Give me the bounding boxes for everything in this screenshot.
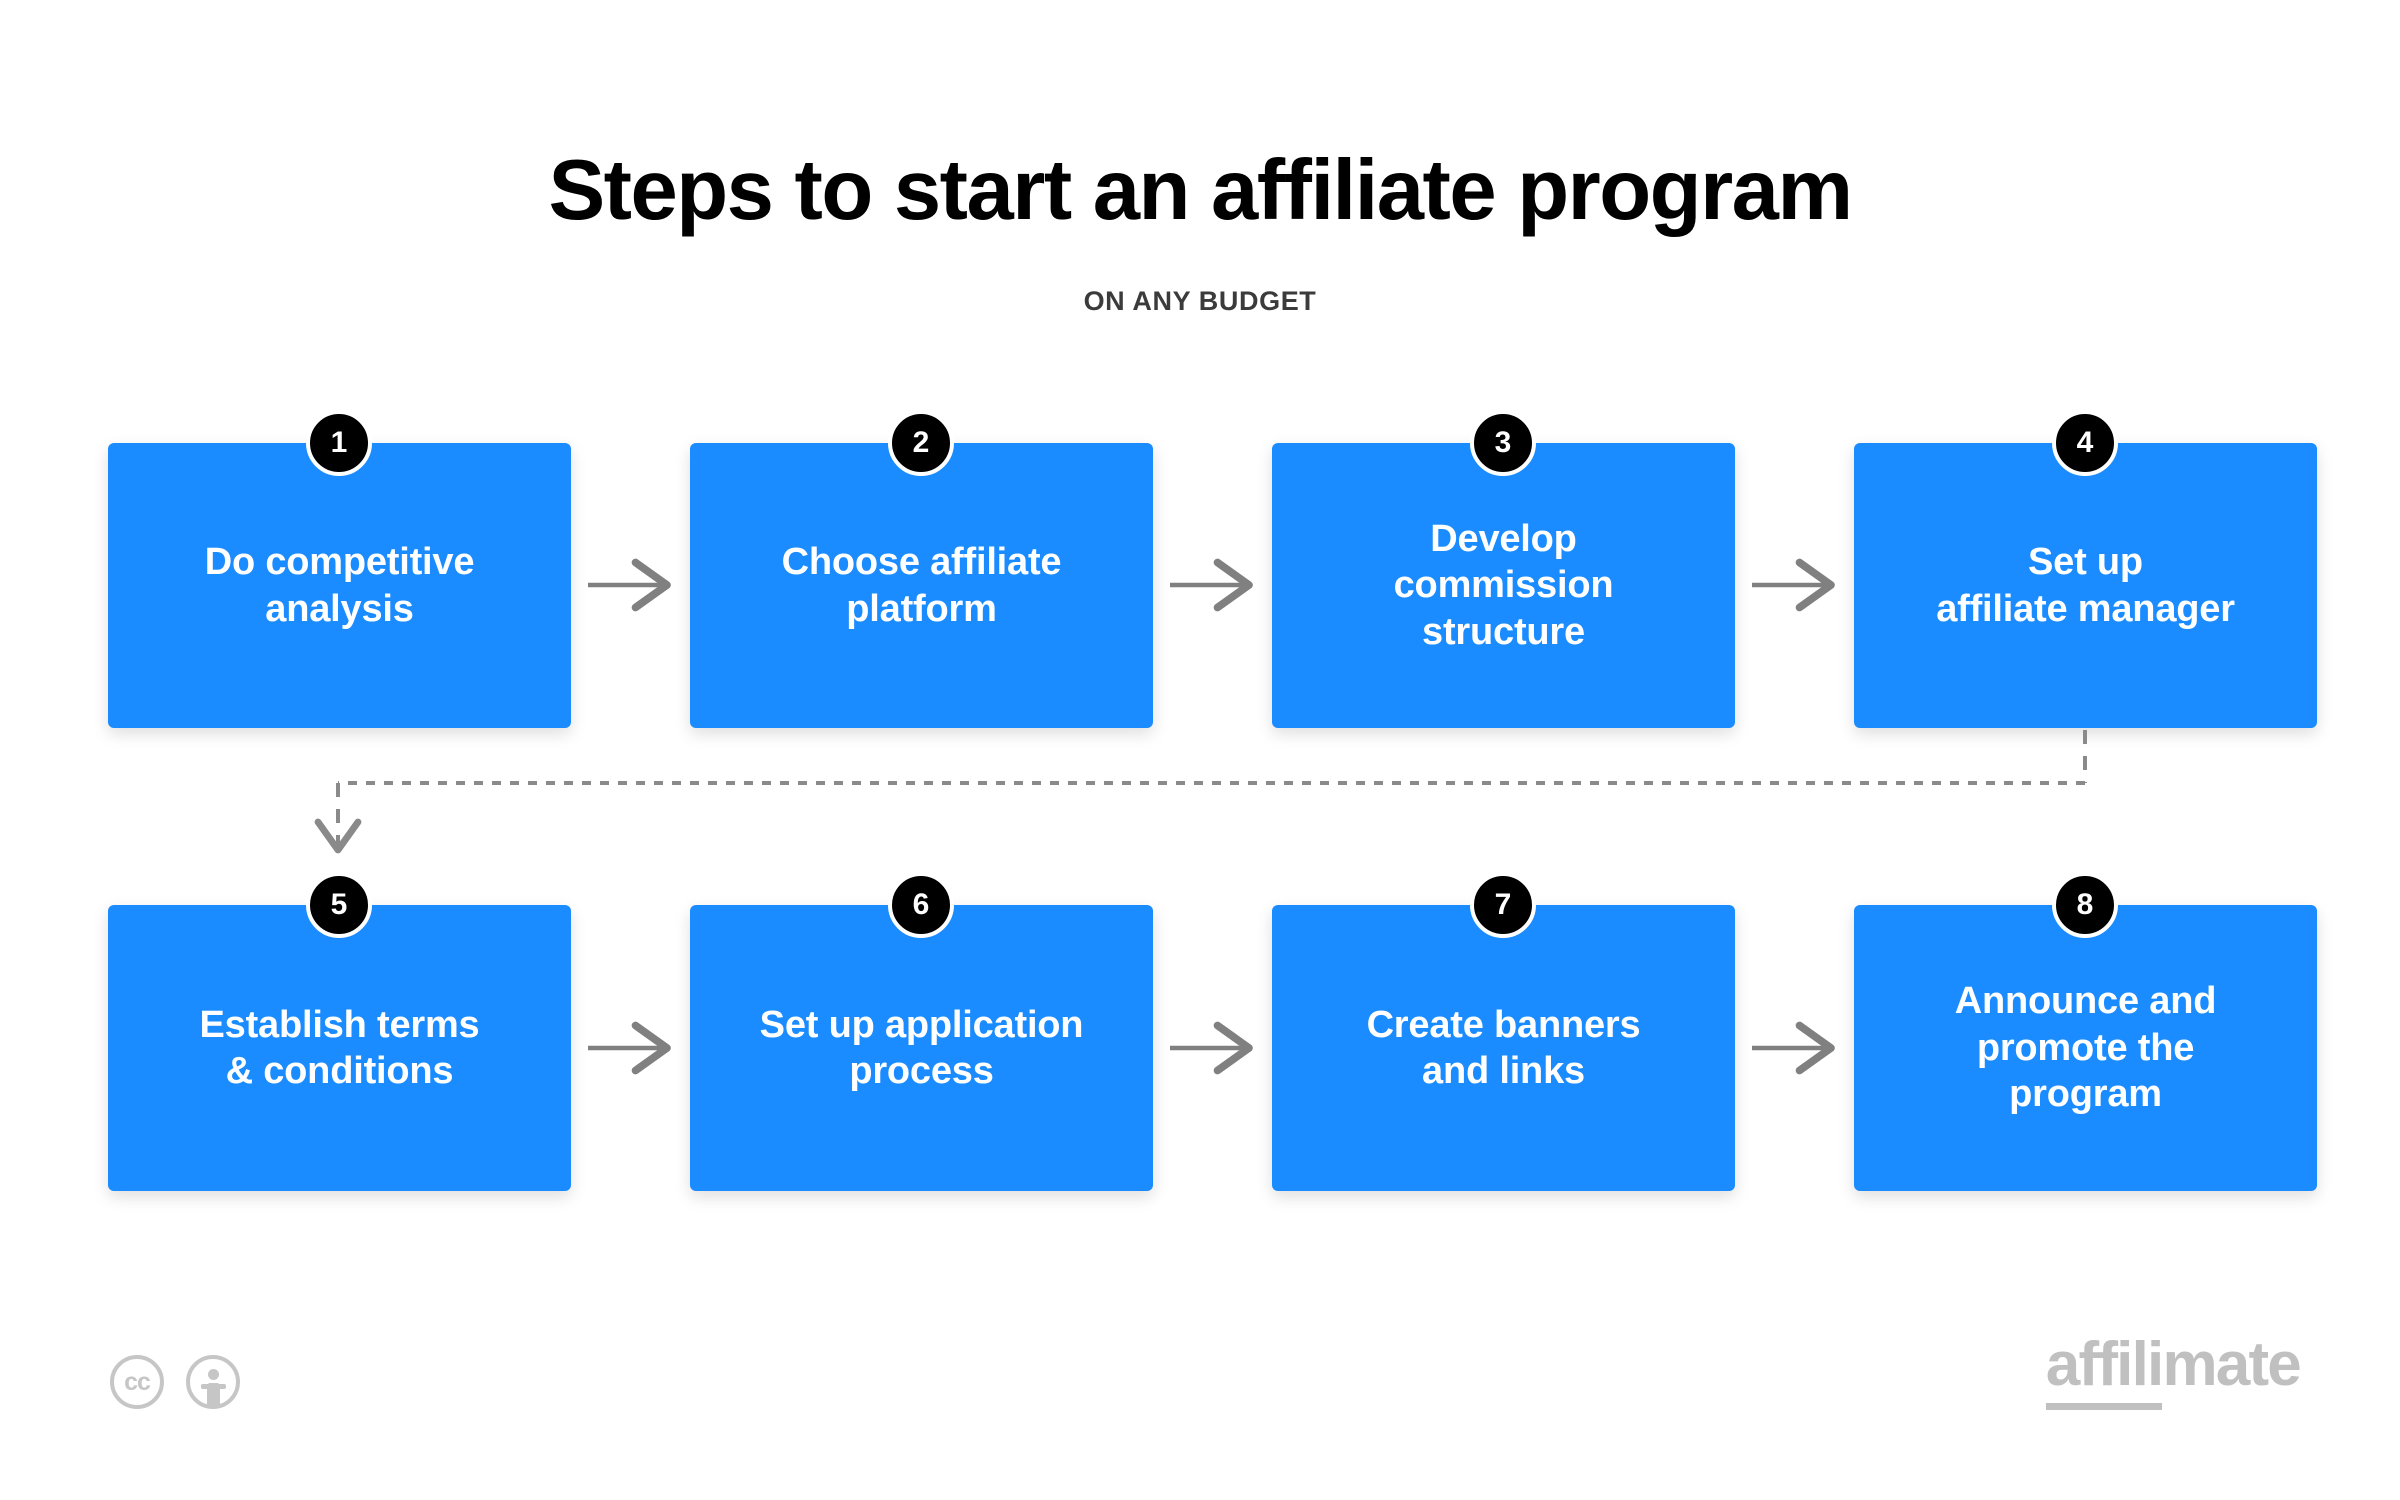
page-title: Steps to start an affiliate program xyxy=(548,143,1853,238)
step-badge-8: 8 xyxy=(2052,872,2118,938)
step-number-2: 2 xyxy=(912,426,930,459)
creative-commons-icon: cc xyxy=(110,1355,164,1409)
attribution-icon xyxy=(186,1355,240,1409)
cc-icon-label: cc xyxy=(124,1367,151,1396)
step-badge-5: 5 xyxy=(306,872,372,938)
step-box-5[interactable]: Establish terms & conditions xyxy=(108,905,571,1191)
step-badge-1: 1 xyxy=(306,410,372,476)
step-box-2[interactable]: Choose affiliate platform xyxy=(690,443,1153,728)
step-label-5: Establish terms & conditions xyxy=(199,1003,480,1092)
arrow-step4-step5-wrap xyxy=(314,730,2087,854)
license-icons: cc xyxy=(110,1355,240,1409)
step-number-8: 8 xyxy=(2076,888,2094,921)
step-label-8: Announce and promote the program xyxy=(1954,980,2217,1116)
step-number-4: 4 xyxy=(2076,426,2094,459)
step-label-7: Create banners and links xyxy=(1366,1003,1641,1092)
step-box-8[interactable]: Announce and promote the program xyxy=(1854,905,2317,1191)
step-label-1: Do competitive analysis xyxy=(204,541,475,630)
infographic-canvas: Steps to start an affiliate program ON A… xyxy=(0,0,2400,1500)
person-body-shape xyxy=(206,1383,220,1405)
step-box-3[interactable]: Develop commission structure xyxy=(1272,443,1735,728)
step-badge-4: 4 xyxy=(2052,410,2118,476)
step-number-6: 6 xyxy=(912,888,930,921)
step-label-6: Set up application process xyxy=(759,1003,1084,1092)
step-label-3: Develop commission structure xyxy=(1393,517,1614,653)
step-box-1[interactable]: Do competitive analysis xyxy=(108,443,571,728)
step-label-4: Set up affiliate manager xyxy=(1936,541,2235,630)
step-badge-3: 3 xyxy=(1470,410,1536,476)
step-number-7: 7 xyxy=(1494,888,1512,921)
step-number-3: 3 xyxy=(1494,426,1512,459)
brand-logo: affilimate xyxy=(2045,1330,2302,1410)
step-badge-7: 7 xyxy=(1470,872,1536,938)
person-head-shape xyxy=(207,1369,219,1380)
step-label-2: Choose affiliate platform xyxy=(781,541,1062,630)
step-number-5: 5 xyxy=(330,888,348,921)
brand-logo-rest: mate xyxy=(2162,1330,2301,1399)
step-box-6[interactable]: Set up application process xyxy=(690,905,1153,1191)
step-badge-6: 6 xyxy=(888,872,954,938)
brand-logo-underlined: affili xyxy=(2045,1330,2164,1410)
step-box-4[interactable]: Set up affiliate manager xyxy=(1854,443,2317,728)
page-subtitle: ON ANY BUDGET xyxy=(1083,286,1317,316)
step-badge-2: 2 xyxy=(888,410,954,476)
step-box-7[interactable]: Create banners and links xyxy=(1272,905,1735,1191)
step-number-1: 1 xyxy=(330,426,348,459)
